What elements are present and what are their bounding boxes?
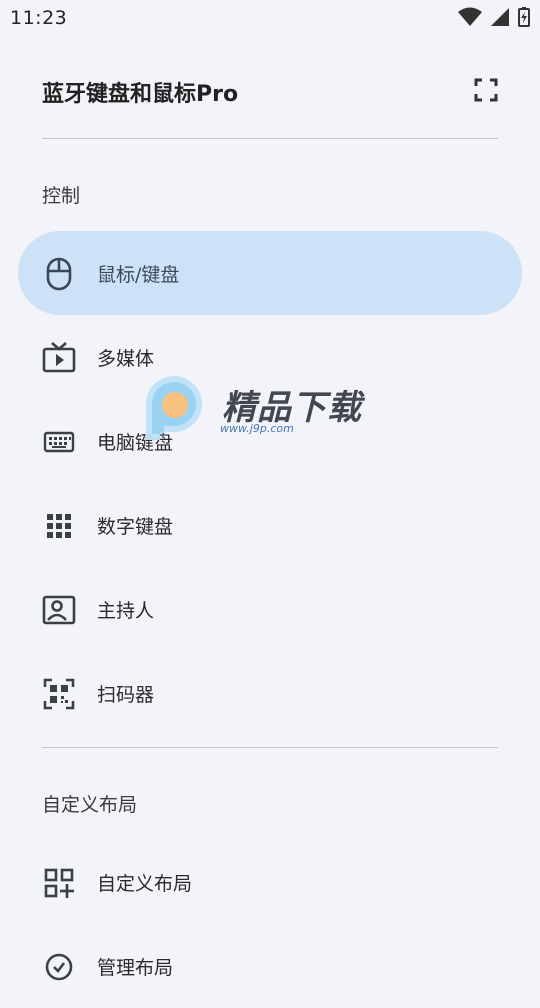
manage-icon bbox=[42, 950, 76, 984]
watermark-url: www.j9p.com bbox=[220, 422, 294, 435]
presenter-icon bbox=[42, 593, 76, 627]
keyboard-icon bbox=[42, 425, 76, 459]
tv-icon bbox=[42, 341, 76, 375]
nav-item-presenter[interactable]: 主持人 bbox=[18, 567, 522, 651]
status-bar: 11:23 bbox=[0, 0, 540, 38]
divider bbox=[42, 138, 498, 139]
numpad-grid-icon bbox=[42, 509, 76, 543]
nav-label: 自定义布局 bbox=[97, 873, 193, 895]
add-grid-icon bbox=[42, 866, 76, 900]
nav-label: 主持人 bbox=[97, 600, 155, 622]
fullscreen-icon bbox=[474, 78, 498, 102]
nav-item-custom-layout[interactable]: 自定义布局 bbox=[18, 840, 522, 924]
nav-label: 多媒体 bbox=[97, 348, 155, 370]
nav-item-qr-scanner[interactable]: 扫码器 bbox=[18, 651, 522, 735]
status-icons bbox=[458, 7, 530, 27]
nav-label: 管理布局 bbox=[97, 957, 174, 979]
section-title-control: 控制 bbox=[42, 185, 81, 207]
watermark-p-icon bbox=[146, 376, 202, 440]
wifi-icon bbox=[458, 7, 482, 26]
battery-charging-icon bbox=[518, 7, 530, 27]
nav-item-numpad[interactable]: 数字键盘 bbox=[18, 483, 522, 567]
nav-item-manage-layout[interactable]: 管理布局 bbox=[18, 924, 522, 1008]
nav-item-mouse-keyboard[interactable]: 鼠标/键盘 bbox=[18, 231, 522, 315]
nav-label: 数字键盘 bbox=[97, 516, 174, 538]
divider bbox=[42, 747, 498, 748]
nav-label: 扫码器 bbox=[97, 684, 155, 706]
watermark-logo: 精品下载 www.j9p.com bbox=[140, 374, 380, 444]
status-time: 11:23 bbox=[10, 7, 68, 29]
app-title: 蓝牙键盘和鼠标Pro bbox=[42, 82, 239, 107]
nav-label: 鼠标/键盘 bbox=[97, 264, 180, 286]
mouse-icon bbox=[42, 257, 76, 291]
qr-scanner-icon bbox=[42, 677, 76, 711]
section-title-custom-layout: 自定义布局 bbox=[42, 794, 138, 816]
cell-signal-icon bbox=[491, 8, 509, 26]
fullscreen-button[interactable] bbox=[468, 72, 504, 108]
drawer-header: 蓝牙键盘和鼠标Pro bbox=[0, 60, 540, 124]
